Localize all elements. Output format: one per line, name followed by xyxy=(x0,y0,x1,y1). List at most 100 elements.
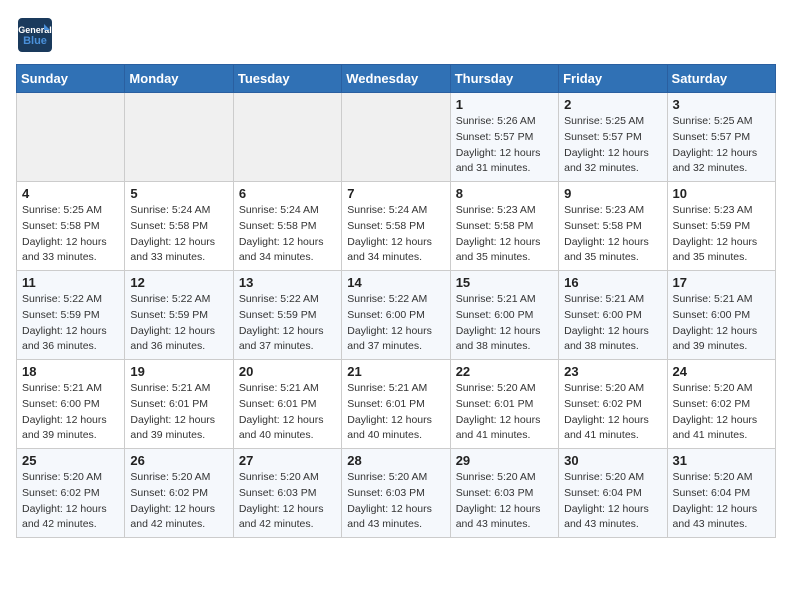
calendar-cell: 7 Sunrise: 5:24 AMSunset: 5:58 PMDaylight… xyxy=(342,182,450,271)
calendar-cell: 16 Sunrise: 5:21 AMSunset: 6:00 PMDayligh… xyxy=(559,271,667,360)
day-info: Sunrise: 5:24 AMSunset: 5:58 PMDaylight:… xyxy=(239,203,336,266)
calendar-cell xyxy=(342,93,450,182)
calendar-cell: 18 Sunrise: 5:21 AMSunset: 6:00 PMDayligh… xyxy=(17,360,125,449)
day-number: 12 xyxy=(130,275,227,290)
day-info: Sunrise: 5:24 AMSunset: 5:58 PMDaylight:… xyxy=(130,203,227,266)
day-info: Sunrise: 5:21 AMSunset: 6:00 PMDaylight:… xyxy=(22,381,119,444)
calendar-cell: 20 Sunrise: 5:21 AMSunset: 6:01 PMDayligh… xyxy=(233,360,341,449)
header-tuesday: Tuesday xyxy=(233,65,341,93)
day-number: 19 xyxy=(130,364,227,379)
day-number: 20 xyxy=(239,364,336,379)
day-info: Sunrise: 5:20 AMSunset: 6:02 PMDaylight:… xyxy=(564,381,661,444)
day-number: 30 xyxy=(564,453,661,468)
day-info: Sunrise: 5:20 AMSunset: 6:02 PMDaylight:… xyxy=(22,470,119,533)
calendar-cell: 1 Sunrise: 5:26 AMSunset: 5:57 PMDaylight… xyxy=(450,93,558,182)
calendar-cell: 12Sunrise: 5:22 AMSunset: 5:59 PMDayligh… xyxy=(125,271,233,360)
week-row-1: 1 Sunrise: 5:26 AMSunset: 5:57 PMDaylight… xyxy=(17,93,776,182)
header-monday: Monday xyxy=(125,65,233,93)
day-info: Sunrise: 5:20 AMSunset: 6:02 PMDaylight:… xyxy=(130,470,227,533)
day-number: 4 xyxy=(22,186,119,201)
header-sunday: Sunday xyxy=(17,65,125,93)
calendar-cell: 31 Sunrise: 5:20 AMSunset: 6:04 PMDayligh… xyxy=(667,449,775,538)
day-number: 14 xyxy=(347,275,444,290)
day-number: 22 xyxy=(456,364,553,379)
calendar-cell: 26Sunrise: 5:20 AMSunset: 6:02 PMDayligh… xyxy=(125,449,233,538)
week-row-4: 18 Sunrise: 5:21 AMSunset: 6:00 PMDayligh… xyxy=(17,360,776,449)
day-info: Sunrise: 5:26 AMSunset: 5:57 PMDaylight:… xyxy=(456,114,553,177)
calendar-cell: 27 Sunrise: 5:20 AMSunset: 6:03 PMDayligh… xyxy=(233,449,341,538)
day-info: Sunrise: 5:23 AMSunset: 5:58 PMDaylight:… xyxy=(564,203,661,266)
day-number: 23 xyxy=(564,364,661,379)
day-info: Sunrise: 5:24 AMSunset: 5:58 PMDaylight:… xyxy=(347,203,444,266)
day-number: 8 xyxy=(456,186,553,201)
calendar-cell: 28 Sunrise: 5:20 AMSunset: 6:03 PMDayligh… xyxy=(342,449,450,538)
day-number: 9 xyxy=(564,186,661,201)
calendar-header-row: SundayMondayTuesdayWednesdayThursdayFrid… xyxy=(17,65,776,93)
day-number: 1 xyxy=(456,97,553,112)
day-number: 24 xyxy=(673,364,770,379)
day-info: Sunrise: 5:21 AMSunset: 6:01 PMDaylight:… xyxy=(347,381,444,444)
calendar-cell: 2Sunrise: 5:25 AMSunset: 5:57 PMDaylight… xyxy=(559,93,667,182)
day-number: 16 xyxy=(564,275,661,290)
day-info: Sunrise: 5:22 AMSunset: 5:59 PMDaylight:… xyxy=(239,292,336,355)
day-info: Sunrise: 5:22 AMSunset: 6:00 PMDaylight:… xyxy=(347,292,444,355)
logo-icon: General Blue xyxy=(16,16,54,54)
day-number: 17 xyxy=(673,275,770,290)
day-info: Sunrise: 5:20 AMSunset: 6:02 PMDaylight:… xyxy=(673,381,770,444)
day-number: 3 xyxy=(673,97,770,112)
calendar-cell: 14 Sunrise: 5:22 AMSunset: 6:00 PMDayligh… xyxy=(342,271,450,360)
day-info: Sunrise: 5:23 AMSunset: 5:59 PMDaylight:… xyxy=(673,203,770,266)
calendar-cell: 23 Sunrise: 5:20 AMSunset: 6:02 PMDayligh… xyxy=(559,360,667,449)
day-number: 15 xyxy=(456,275,553,290)
header-wednesday: Wednesday xyxy=(342,65,450,93)
day-info: Sunrise: 5:21 AMSunset: 6:00 PMDaylight:… xyxy=(564,292,661,355)
calendar-cell xyxy=(125,93,233,182)
day-info: Sunrise: 5:20 AMSunset: 6:04 PMDaylight:… xyxy=(564,470,661,533)
calendar-cell xyxy=(17,93,125,182)
day-number: 25 xyxy=(22,453,119,468)
day-number: 7 xyxy=(347,186,444,201)
calendar-cell: 8 Sunrise: 5:23 AMSunset: 5:58 PMDaylight… xyxy=(450,182,558,271)
day-number: 13 xyxy=(239,275,336,290)
day-info: Sunrise: 5:21 AMSunset: 6:01 PMDaylight:… xyxy=(130,381,227,444)
calendar-table: SundayMondayTuesdayWednesdayThursdayFrid… xyxy=(16,64,776,538)
day-info: Sunrise: 5:21 AMSunset: 6:00 PMDaylight:… xyxy=(456,292,553,355)
day-number: 18 xyxy=(22,364,119,379)
day-number: 10 xyxy=(673,186,770,201)
day-info: Sunrise: 5:20 AMSunset: 6:01 PMDaylight:… xyxy=(456,381,553,444)
day-info: Sunrise: 5:25 AMSunset: 5:57 PMDaylight:… xyxy=(673,114,770,177)
calendar-cell: 5Sunrise: 5:24 AMSunset: 5:58 PMDaylight… xyxy=(125,182,233,271)
day-number: 31 xyxy=(673,453,770,468)
day-info: Sunrise: 5:25 AMSunset: 5:58 PMDaylight:… xyxy=(22,203,119,266)
calendar-cell: 24 Sunrise: 5:20 AMSunset: 6:02 PMDayligh… xyxy=(667,360,775,449)
calendar-cell xyxy=(233,93,341,182)
day-info: Sunrise: 5:20 AMSunset: 6:03 PMDaylight:… xyxy=(239,470,336,533)
day-info: Sunrise: 5:22 AMSunset: 5:59 PMDaylight:… xyxy=(22,292,119,355)
day-info: Sunrise: 5:23 AMSunset: 5:58 PMDaylight:… xyxy=(456,203,553,266)
header-friday: Friday xyxy=(559,65,667,93)
calendar-cell: 4 Sunrise: 5:25 AMSunset: 5:58 PMDaylight… xyxy=(17,182,125,271)
week-row-3: 11Sunrise: 5:22 AMSunset: 5:59 PMDayligh… xyxy=(17,271,776,360)
day-info: Sunrise: 5:20 AMSunset: 6:03 PMDaylight:… xyxy=(347,470,444,533)
calendar-cell: 6 Sunrise: 5:24 AMSunset: 5:58 PMDaylight… xyxy=(233,182,341,271)
calendar-cell: 17 Sunrise: 5:21 AMSunset: 6:00 PMDayligh… xyxy=(667,271,775,360)
day-info: Sunrise: 5:20 AMSunset: 6:04 PMDaylight:… xyxy=(673,470,770,533)
day-info: Sunrise: 5:21 AMSunset: 6:00 PMDaylight:… xyxy=(673,292,770,355)
day-number: 2 xyxy=(564,97,661,112)
page-header: General Blue xyxy=(16,16,776,54)
calendar-cell: 19 Sunrise: 5:21 AMSunset: 6:01 PMDayligh… xyxy=(125,360,233,449)
calendar-cell: 10 Sunrise: 5:23 AMSunset: 5:59 PMDayligh… xyxy=(667,182,775,271)
calendar-cell: 15 Sunrise: 5:21 AMSunset: 6:00 PMDayligh… xyxy=(450,271,558,360)
day-number: 6 xyxy=(239,186,336,201)
header-saturday: Saturday xyxy=(667,65,775,93)
day-info: Sunrise: 5:20 AMSunset: 6:03 PMDaylight:… xyxy=(456,470,553,533)
day-number: 27 xyxy=(239,453,336,468)
day-info: Sunrise: 5:21 AMSunset: 6:01 PMDaylight:… xyxy=(239,381,336,444)
calendar-cell: 25 Sunrise: 5:20 AMSunset: 6:02 PMDayligh… xyxy=(17,449,125,538)
week-row-5: 25 Sunrise: 5:20 AMSunset: 6:02 PMDayligh… xyxy=(17,449,776,538)
svg-text:Blue: Blue xyxy=(23,35,47,47)
week-row-2: 4 Sunrise: 5:25 AMSunset: 5:58 PMDaylight… xyxy=(17,182,776,271)
calendar-cell: 3 Sunrise: 5:25 AMSunset: 5:57 PMDaylight… xyxy=(667,93,775,182)
day-number: 28 xyxy=(347,453,444,468)
calendar-cell: 13 Sunrise: 5:22 AMSunset: 5:59 PMDayligh… xyxy=(233,271,341,360)
